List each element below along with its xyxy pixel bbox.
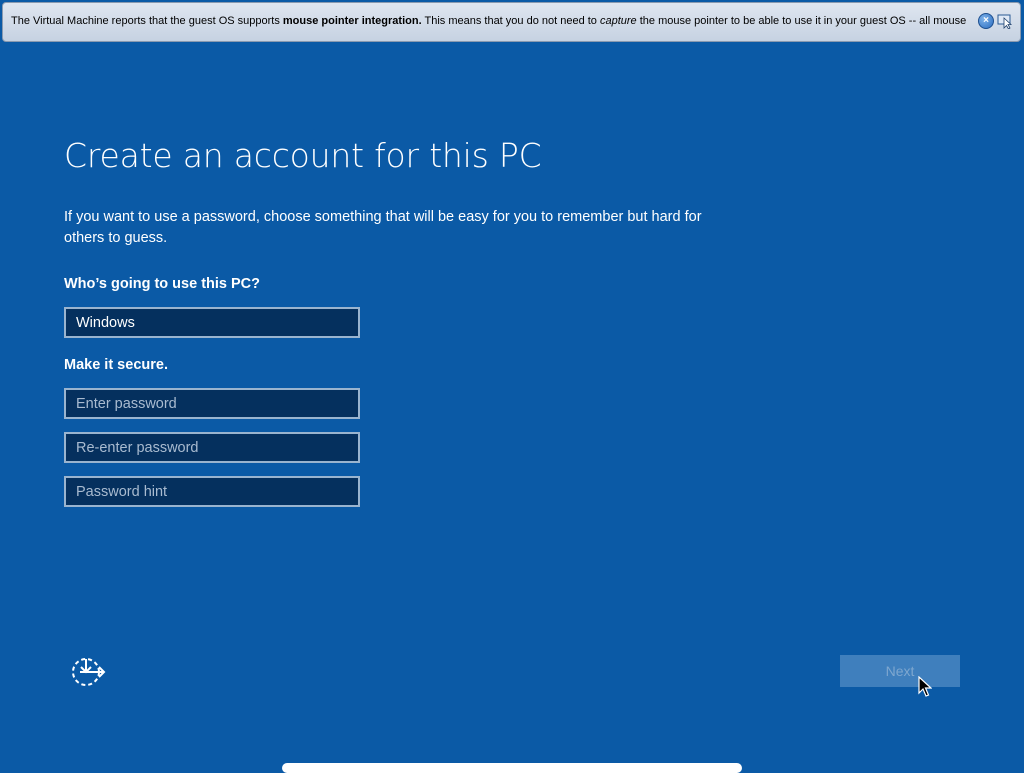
next-button[interactable]: Next — [840, 655, 960, 687]
page-description: If you want to use a password, choose so… — [64, 209, 702, 246]
notification-banner: The Virtual Machine reports that the gue… — [2, 2, 1021, 42]
banner-text-start: The Virtual Machine reports that the gue… — [11, 15, 283, 27]
username-input[interactable] — [64, 307, 360, 338]
mouse-integration-icon[interactable] — [997, 13, 1013, 29]
page-title: Create an account for this PC — [64, 136, 542, 175]
ease-of-access-icon[interactable] — [70, 655, 106, 687]
bottom-bar — [282, 763, 742, 773]
close-icon[interactable]: × — [978, 13, 994, 29]
secure-label: Make it secure. — [64, 357, 168, 373]
banner-text-mid: This means that you do not need to — [421, 15, 600, 27]
reenter-password-input[interactable] — [64, 432, 360, 463]
mouse-cursor-icon — [918, 676, 932, 697]
username-label: Who’s going to use this PC? — [64, 276, 261, 292]
password-input[interactable] — [64, 388, 360, 419]
banner-text-italic: capture — [599, 15, 637, 27]
banner-text-end: the mouse pointer to be able to use it i… — [636, 15, 967, 27]
banner-text-bold: mouse pointer integration. — [282, 15, 422, 27]
banner-message: The Virtual Machine reports that the gue… — [11, 15, 973, 27]
password-hint-input[interactable] — [64, 476, 360, 507]
